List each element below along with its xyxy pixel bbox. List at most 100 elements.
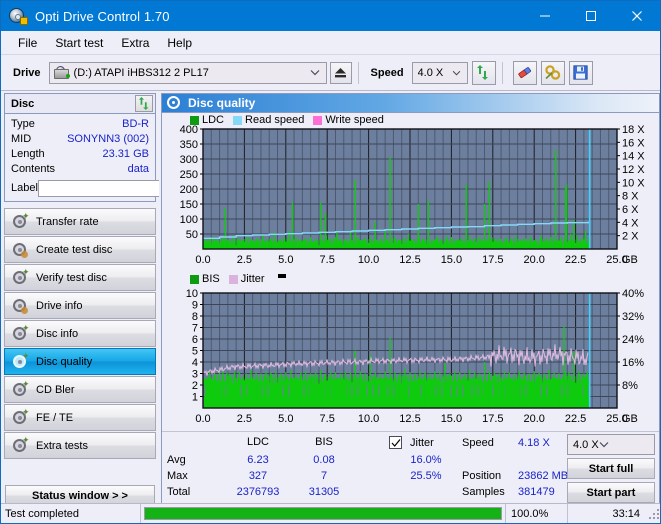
svg-text:5: 5: [192, 346, 198, 358]
menu-item-help[interactable]: Help: [158, 33, 201, 53]
svg-text:3: 3: [192, 369, 198, 381]
svg-text:10.0: 10.0: [358, 413, 379, 425]
save-icon[interactable]: [568, 60, 593, 85]
legend-label-bis: BIS: [202, 273, 220, 285]
legend-label-jitter: Jitter: [240, 273, 265, 285]
legend-swatch-ldc: [190, 115, 199, 125]
svg-text:17.5: 17.5: [482, 254, 503, 266]
sidebar-item-disc-quality[interactable]: ✦ Disc quality: [4, 348, 156, 375]
app-window: Opti Drive Control 1.70 File Start test …: [0, 0, 661, 524]
disc-test-icon: [12, 242, 28, 258]
svg-text:15.0: 15.0: [441, 413, 462, 425]
status-bar: Test completed 100.0% 33:14: [1, 503, 660, 523]
sidebar: Disc Type BD-R MID SONYNN3 (002) Length …: [1, 91, 206, 509]
ldc-chart-legend: LDC Read speed Write speed: [190, 114, 389, 126]
elapsed-time: 33:14: [612, 507, 640, 520]
stats-header-bis: BIS: [315, 436, 333, 448]
sidebar-item-extra-tests[interactable]: ✦ Extra tests: [4, 432, 156, 459]
eject-button[interactable]: [329, 61, 352, 84]
sidebar-item-cd-bler[interactable]: ✦ CD Bler: [4, 376, 156, 403]
title-bar: Opti Drive Control 1.70: [1, 1, 660, 31]
start-full-button[interactable]: Start full: [567, 458, 655, 479]
svg-text:250: 250: [180, 169, 198, 181]
sidebar-nav: ✦ Transfer rate Create test disc ✦ Verif…: [4, 208, 156, 459]
speed-select[interactable]: 4.0 X: [411, 61, 468, 84]
legend-label-write-speed: Write speed: [325, 114, 384, 126]
svg-text:GB: GB: [622, 254, 638, 266]
menu-item-file[interactable]: File: [9, 33, 46, 53]
stats-header-ldc: LDC: [246, 436, 269, 448]
disc-info-icon: ✦: [12, 323, 30, 342]
legend-swatch-write-speed: [313, 115, 323, 125]
tools-icon[interactable]: [540, 60, 565, 85]
menu-bar: File Start test Extra Help: [1, 31, 660, 55]
disc-panel-title: Disc: [11, 97, 35, 110]
sidebar-item-create-test-disc[interactable]: Create test disc: [4, 236, 156, 263]
svg-text:10: 10: [186, 288, 198, 300]
start-part-button[interactable]: Start part: [567, 482, 655, 503]
sidebar-item-label: Disc info: [36, 327, 79, 340]
sidebar-item-verify-test-disc[interactable]: ✦ Verify test disc: [4, 264, 156, 291]
disc-contents-value: data: [127, 163, 149, 175]
drive-select[interactable]: (D:) ATAPI iHBS312 2 PL17: [48, 61, 327, 84]
legend-label-read-speed: Read speed: [245, 114, 305, 126]
test-speed-value: 4.0 X: [573, 438, 599, 451]
test-speed-select[interactable]: 4.0 X: [567, 434, 655, 455]
minimize-icon[interactable]: [522, 1, 568, 31]
stats-panel: LDC BIS Jitter Avg 6.23 0.08 16.0% Max 3…: [162, 431, 659, 506]
maximize-icon[interactable]: [568, 1, 614, 31]
toolbar-divider: [357, 61, 359, 84]
stats-position-label: Position: [462, 470, 502, 482]
svg-text:5.0: 5.0: [278, 413, 293, 425]
stats-speed-value: 4.18 X: [518, 437, 550, 449]
sidebar-item-label: FE / TE: [36, 411, 74, 424]
chevron-down-icon: [452, 67, 461, 79]
refresh-button[interactable]: [471, 60, 496, 85]
svg-text:200: 200: [180, 184, 198, 196]
svg-text:22.5: 22.5: [565, 413, 586, 425]
disc-row-type: Type BD-R: [11, 117, 149, 132]
speed-label: Speed: [370, 66, 404, 79]
sidebar-item-drive-info[interactable]: Drive info: [4, 292, 156, 319]
stats-bis-max: 7: [320, 470, 328, 482]
disc-properties: Type BD-R MID SONYNN3 (002) Length 23.31…: [5, 114, 206, 201]
chevron-down-icon: [310, 67, 320, 79]
eraser-icon[interactable]: [512, 60, 537, 85]
close-icon[interactable]: [614, 1, 660, 31]
svg-text:50: 50: [186, 229, 198, 241]
stats-ldc-avg: 6.23: [247, 454, 269, 466]
disc-test-icon: ✦: [12, 407, 30, 426]
sidebar-item-label: Verify test disc: [36, 271, 107, 284]
disc-info-panel: Disc Type BD-R MID SONYNN3 (002) Length …: [4, 93, 206, 202]
jitter-checkbox[interactable]: [389, 436, 402, 449]
svg-text:9: 9: [192, 300, 198, 312]
sidebar-item-transfer-rate[interactable]: ✦ Transfer rate: [4, 208, 156, 235]
svg-text:20.0: 20.0: [523, 413, 544, 425]
disc-row-length: Length 23.31 GB: [11, 147, 149, 162]
stats-ldc-max: 327: [248, 470, 268, 482]
stats-position-value: 23862 MB: [518, 470, 569, 482]
disc-test-icon: ✦: [12, 435, 30, 454]
svg-text:16 X: 16 X: [622, 137, 645, 149]
disc-mid-label: MID: [11, 133, 32, 145]
svg-text:2 X: 2 X: [622, 231, 639, 243]
sidebar-item-fe-te[interactable]: ✦ FE / TE: [4, 404, 156, 431]
speed-select-value: 4.0 X: [417, 66, 444, 79]
window-controls: [522, 1, 660, 31]
disc-row-mid: MID SONYNN3 (002): [11, 132, 149, 147]
svg-text:10 X: 10 X: [622, 177, 645, 189]
legend-swatch-bis: [190, 274, 199, 284]
stats-row-avg-label: Avg: [167, 454, 186, 466]
sidebar-item-disc-info[interactable]: ✦ Disc info: [4, 320, 156, 347]
svg-text:22.5: 22.5: [565, 254, 586, 266]
svg-text:0.0: 0.0: [195, 413, 210, 425]
disc-refresh-button[interactable]: [135, 95, 153, 112]
svg-text:7.5: 7.5: [320, 254, 335, 266]
menu-item-start-test[interactable]: Start test: [46, 33, 112, 53]
resize-grip[interactable]: [648, 508, 660, 520]
svg-text:4 X: 4 X: [622, 217, 639, 229]
menu-item-extra[interactable]: Extra: [112, 33, 158, 53]
disc-type-label: Type: [11, 118, 35, 130]
svg-text:16%: 16%: [622, 357, 644, 369]
sidebar-item-label: Extra tests: [36, 439, 88, 452]
